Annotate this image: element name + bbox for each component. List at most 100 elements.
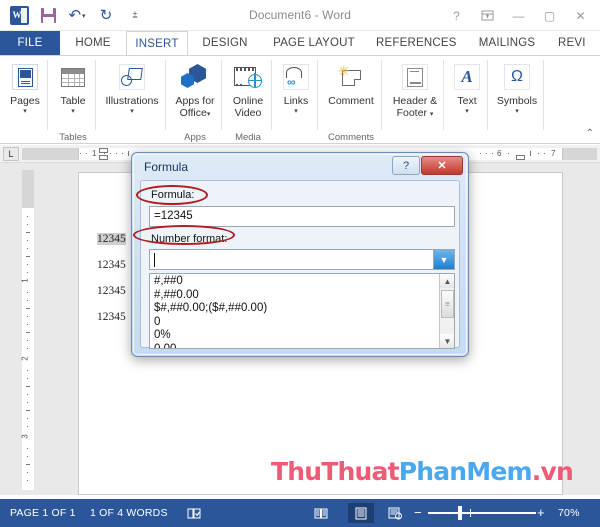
- table-icon: [50, 58, 96, 96]
- tab-insert[interactable]: INSERT: [126, 31, 188, 56]
- apps-for-office-icon: [168, 58, 222, 96]
- comment-button[interactable]: ✳ Comment: [320, 58, 382, 108]
- pages-button[interactable]: Pages ▾: [2, 58, 48, 116]
- text-dropdown-caret-icon[interactable]: ▾: [446, 108, 488, 116]
- apps-dropdown-caret-icon[interactable]: ▾: [207, 111, 211, 118]
- list-item[interactable]: 0%: [150, 329, 454, 343]
- vertical-ruler[interactable]: 1 2 3: [20, 170, 34, 490]
- document-line-3[interactable]: 12345: [97, 285, 126, 297]
- tab-review[interactable]: REVI: [550, 31, 590, 56]
- tab-references[interactable]: REFERENCES: [368, 31, 464, 56]
- symbols-dropdown-caret-icon[interactable]: ▾: [490, 108, 544, 116]
- illustrations-button[interactable]: Illustrations ▾: [98, 58, 166, 116]
- number-format-combobox[interactable]: ▼: [149, 249, 455, 270]
- dialog-help-button[interactable]: ?: [392, 156, 420, 175]
- group-separator: [47, 60, 48, 130]
- group-separator: [95, 60, 96, 130]
- ribbon-group-symbols: Ω Symbols ▾: [490, 56, 544, 144]
- close-icon[interactable]: ✕: [565, 3, 596, 29]
- minimize-icon[interactable]: —: [503, 3, 534, 29]
- vruler-mark-1: 1: [20, 278, 30, 283]
- tab-file[interactable]: FILE: [0, 31, 60, 56]
- tab-mailings[interactable]: MAILINGS: [466, 31, 548, 56]
- formula-dialog[interactable]: Formula ? ✕ Formula: =12345 Number forma…: [131, 152, 469, 357]
- online-video-label2: Video: [234, 106, 262, 119]
- document-line-2[interactable]: 12345: [97, 259, 126, 271]
- table-dropdown-caret-icon[interactable]: ▾: [50, 108, 96, 116]
- ruler-mark-6: 6: [497, 149, 502, 158]
- formula-input[interactable]: =12345: [149, 206, 455, 227]
- list-item[interactable]: 0: [150, 316, 454, 330]
- first-line-indent-marker[interactable]: [99, 148, 108, 153]
- illustrations-label: Illustrations: [105, 95, 159, 107]
- group-label-apps: Apps: [184, 132, 206, 143]
- word-count[interactable]: 1 OF 4 WORDS: [90, 499, 168, 527]
- help-icon[interactable]: ?: [441, 3, 472, 29]
- ribbon-group-media: Online Video Media: [224, 56, 272, 144]
- formula-field-label: Formula:: [151, 189, 195, 201]
- pages-dropdown-caret-icon[interactable]: ▾: [2, 108, 48, 116]
- apps-for-office-button[interactable]: Apps for Office▾: [168, 58, 222, 119]
- tab-page-layout[interactable]: PAGE LAYOUT: [262, 31, 366, 56]
- group-separator: [381, 60, 382, 130]
- symbols-icon: Ω: [490, 58, 544, 96]
- ribbon-tab-strip: FILE HOME INSERT DESIGN PAGE LAYOUT REFE…: [0, 31, 600, 79]
- illustrations-dropdown-caret-icon[interactable]: ▾: [98, 108, 166, 116]
- right-indent-marker[interactable]: [516, 155, 525, 160]
- ribbon-group-tables: Table ▾ Tables: [50, 56, 96, 144]
- dialog-body: Formula: =12345 Number format: ▼ #,##0 #…: [140, 180, 460, 349]
- group-label-media: Media: [235, 132, 261, 143]
- watermark-part3: .vn: [531, 457, 574, 486]
- ribbon-group-pages: Pages ▾: [2, 56, 48, 144]
- links-dropdown-caret-icon[interactable]: ▾: [274, 108, 318, 116]
- tab-design[interactable]: DESIGN: [190, 31, 260, 56]
- tab-home[interactable]: HOME: [62, 31, 124, 56]
- read-mode-icon[interactable]: [310, 503, 332, 523]
- scrollbar-thumb[interactable]: [441, 290, 454, 318]
- maximize-icon[interactable]: ▢: [534, 3, 565, 29]
- zoom-slider-handle[interactable]: [458, 506, 462, 520]
- status-bar: PAGE 1 OF 1 1 OF 4 WORDS − + 70%: [0, 499, 600, 527]
- web-layout-icon[interactable]: [384, 503, 406, 523]
- online-video-button[interactable]: Online Video: [224, 58, 272, 119]
- ruler-mark-7: 7: [551, 149, 556, 158]
- zoom-out-button[interactable]: −: [414, 499, 422, 527]
- ribbon-content: Pages ▾ Table ▾ Tables Illustrations ▾ A…: [0, 56, 600, 144]
- dialog-close-button[interactable]: ✕: [421, 156, 463, 175]
- word-application-window: W ↶ ▾ ↻ ⩲ Document6 - Word ? — ▢ ✕ FILE H…: [0, 0, 600, 527]
- collapse-ribbon-icon[interactable]: ⌃: [586, 128, 594, 139]
- group-separator: [543, 60, 544, 130]
- list-item[interactable]: #,##0: [150, 275, 454, 289]
- list-item[interactable]: 0.00: [150, 343, 454, 349]
- ribbon-display-options-icon[interactable]: [472, 3, 503, 29]
- ribbon-group-apps: Apps for Office▾ Apps: [168, 56, 222, 144]
- list-item[interactable]: $#,##0.00;($#,##0.00): [150, 302, 454, 316]
- proofing-icon[interactable]: [183, 503, 205, 523]
- header-footer-button[interactable]: Header & Footer ▾: [386, 58, 444, 119]
- comment-icon: ✳: [320, 58, 382, 96]
- table-label: Table: [60, 95, 86, 107]
- header-footer-dropdown-caret-icon[interactable]: ▾: [430, 111, 434, 118]
- zoom-in-button[interactable]: +: [537, 499, 545, 527]
- links-button[interactable]: ∞ Links ▾: [274, 58, 318, 116]
- zoom-level[interactable]: 70%: [558, 499, 580, 527]
- page-indicator[interactable]: PAGE 1 OF 1: [10, 499, 76, 527]
- symbols-button[interactable]: Ω Symbols ▾: [490, 58, 544, 116]
- text-button[interactable]: A Text ▾: [446, 58, 488, 116]
- group-separator: [487, 60, 488, 130]
- hanging-indent-marker[interactable]: [99, 155, 108, 160]
- listbox-scrollbar[interactable]: ▲ ▼: [439, 274, 454, 348]
- window-controls: ? — ▢ ✕: [441, 0, 596, 31]
- chevron-down-icon[interactable]: ▼: [433, 250, 454, 269]
- print-layout-icon[interactable]: [348, 503, 374, 523]
- scroll-down-arrow-icon[interactable]: ▼: [440, 334, 454, 348]
- document-line-4[interactable]: 12345: [97, 311, 126, 323]
- table-button[interactable]: Table ▾: [50, 58, 96, 116]
- list-item[interactable]: #,##0.00: [150, 289, 454, 303]
- scroll-up-arrow-icon[interactable]: ▲: [440, 274, 454, 288]
- ribbon-group-text: A Text ▾: [446, 56, 488, 144]
- header-footer-label2: Footer ▾: [386, 107, 444, 120]
- number-format-listbox[interactable]: #,##0 #,##0.00 $#,##0.00;($#,##0.00) 0 0…: [149, 273, 455, 349]
- document-line-1[interactable]: 12345: [97, 233, 126, 245]
- tab-stop-selector[interactable]: L: [3, 147, 19, 161]
